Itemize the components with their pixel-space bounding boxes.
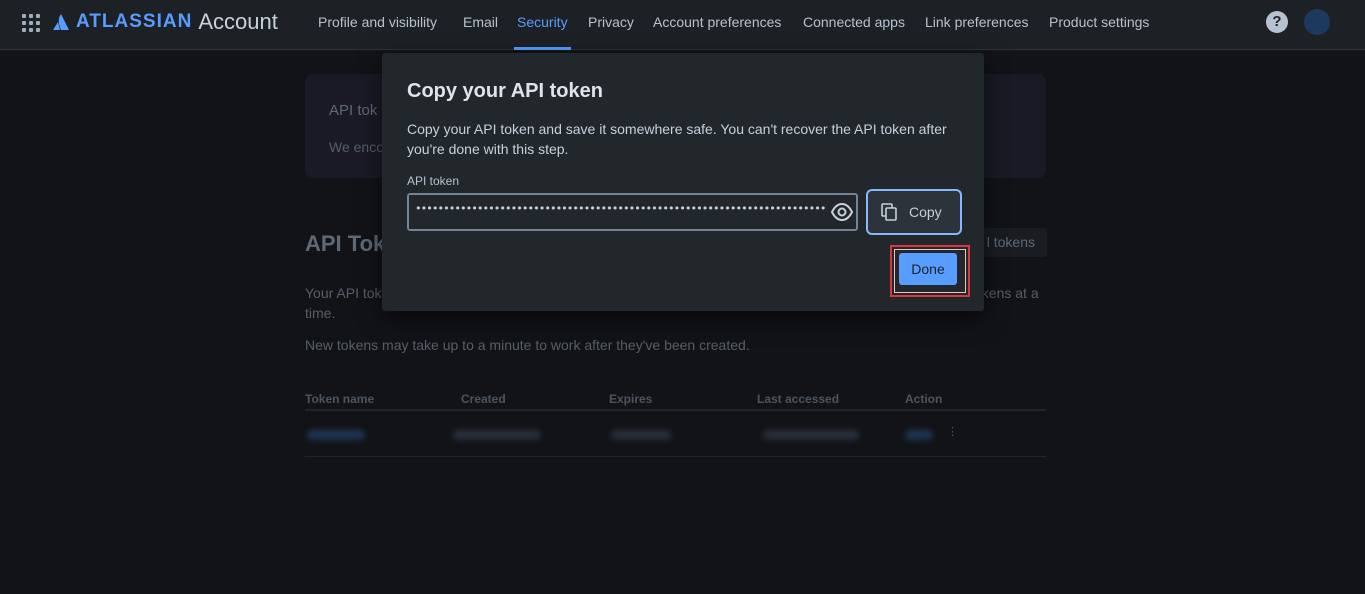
- avatar[interactable]: [1304, 9, 1330, 35]
- dialog-title: Copy your API token: [407, 80, 603, 103]
- copy-api-token-dialog: Copy your API token Copy your API token …: [382, 53, 984, 311]
- nav-link-preferences[interactable]: Link preferences: [925, 0, 1029, 50]
- api-token-label: API token: [407, 174, 459, 188]
- top-navigation: ATLASSIAN Account Profile and visibility…: [0, 0, 1365, 50]
- copy-icon: [881, 203, 897, 221]
- eye-icon[interactable]: [831, 203, 853, 221]
- done-button-highlight: Done: [890, 245, 970, 297]
- api-token-input[interactable]: [415, 202, 825, 215]
- api-token-field: [407, 193, 858, 231]
- app-switcher-icon[interactable]: [20, 12, 40, 32]
- nav-account-preferences[interactable]: Account preferences: [653, 0, 781, 50]
- nav-security[interactable]: Security: [514, 0, 571, 50]
- nav-product-settings[interactable]: Product settings: [1049, 0, 1149, 50]
- nav-email[interactable]: Email: [463, 0, 498, 50]
- copy-button[interactable]: Copy: [866, 189, 962, 235]
- done-button-highlight-inner: Done: [894, 249, 966, 293]
- nav-connected-apps[interactable]: Connected apps: [803, 0, 905, 50]
- brand-wordmark: ATLASSIAN: [76, 11, 192, 33]
- copy-button-label: Copy: [909, 204, 942, 220]
- nav-profile-and-visibility[interactable]: Profile and visibility: [318, 0, 437, 50]
- atlassian-logo-icon: [52, 13, 70, 31]
- nav-privacy[interactable]: Privacy: [588, 0, 634, 50]
- atlassian-account-logo[interactable]: ATLASSIAN Account: [52, 9, 278, 35]
- done-button[interactable]: Done: [899, 253, 957, 285]
- brand-subtitle: Account: [198, 9, 278, 35]
- help-icon[interactable]: ?: [1266, 11, 1288, 33]
- dialog-description: Copy your API token and save it somewher…: [407, 119, 967, 159]
